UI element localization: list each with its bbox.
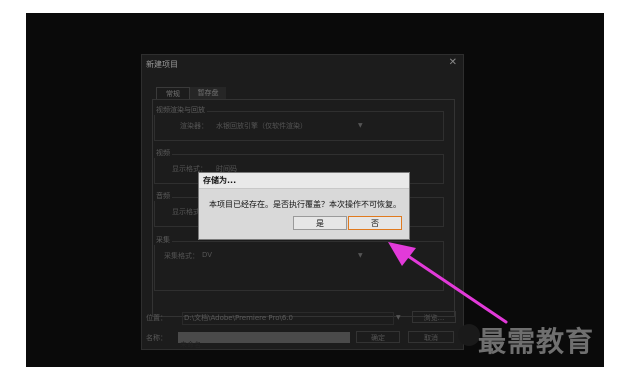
close-icon[interactable]: ✕ — [449, 57, 457, 68]
save-as-titlebar: 存储为... — [199, 173, 409, 189]
renderer-label: 渲染器： — [180, 122, 208, 130]
renderer-group-label: 视频渲染与回放 — [154, 105, 207, 115]
yes-button[interactable]: 是 — [293, 216, 347, 230]
dialog-title: 新建项目 — [146, 60, 178, 69]
no-button[interactable]: 否 — [348, 216, 402, 230]
audio-group-label: 音频 — [154, 191, 172, 201]
save-as-dialog: 存储为... 本项目已经存在。是否执行覆盖？本次操作不可恢复。 是 否 — [198, 172, 410, 240]
renderer-select[interactable]: 水银回放引擎（仅软件渲染） — [216, 121, 307, 131]
ok-button[interactable]: 确定 — [356, 331, 400, 343]
watermark: 最需教育 — [478, 325, 595, 358]
location-label: 位置： — [146, 314, 167, 322]
annotation-arrow — [388, 242, 508, 324]
chevron-down-icon[interactable]: ▼ — [358, 122, 363, 129]
name-label: 名称： — [146, 334, 167, 342]
capture-group-label: 采集 — [154, 235, 172, 245]
tab-scratch-disks[interactable]: 暂存盘 — [190, 87, 226, 99]
save-as-title: 存储为... — [203, 176, 237, 185]
name-field[interactable]: 未命名 — [178, 332, 350, 349]
overwrite-message: 本项目已经存在。是否执行覆盖？本次操作不可恢复。 — [209, 200, 401, 209]
location-value: D:\文档\Adobe\Premiere Pro\6.0 — [184, 314, 294, 322]
chevron-down-icon[interactable]: ▼ — [358, 252, 363, 259]
capture-format-label: 采集格式： — [164, 252, 199, 260]
name-value: 未命名 — [180, 341, 201, 349]
watermark-logo-icon — [458, 324, 480, 346]
capture-format-select[interactable]: DV — [202, 251, 212, 259]
cancel-button[interactable]: 取消 — [408, 331, 454, 343]
tab-general[interactable]: 常规 — [156, 87, 190, 99]
video-group-label: 视频 — [154, 148, 172, 158]
